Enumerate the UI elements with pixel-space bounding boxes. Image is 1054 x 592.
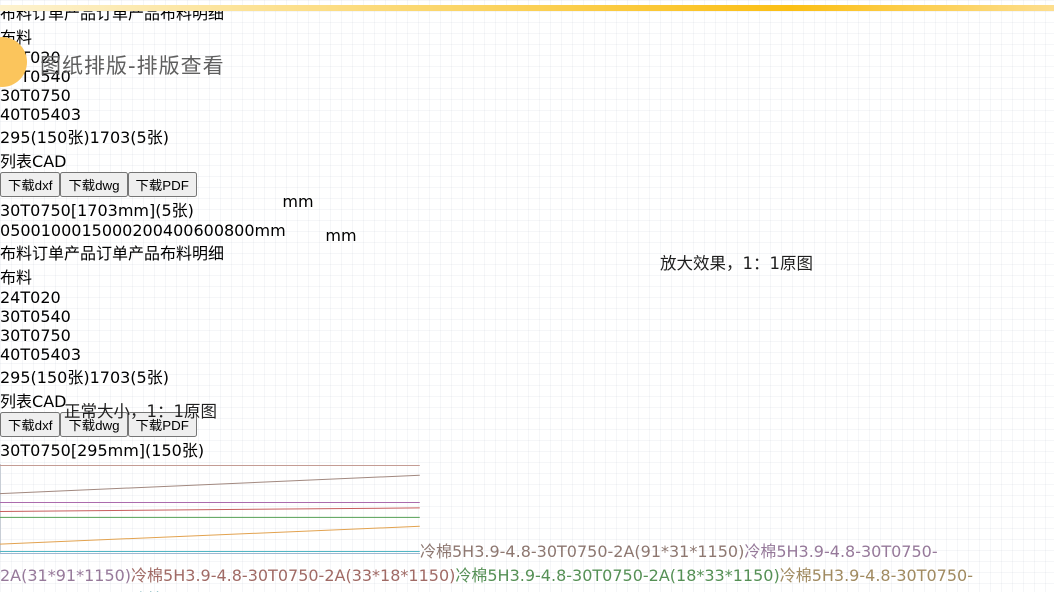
piece-annotation: 冷棉5H3.9-4.8-30T0750-2A(33*18*1150) (131, 566, 455, 585)
module-tabs: 布料订单产品订单产品布料明细 (0, 0, 1054, 24)
width-tabs: 295(150张)1703(5张) (0, 364, 1054, 388)
tree-item[interactable]: 24T020 (0, 288, 1054, 307)
top-accent-bar (0, 5, 1054, 11)
export-button-label: 下载dwg (68, 178, 119, 193)
view-tabs: 列表CAD (0, 148, 1054, 172)
export-button[interactable]: 下载dxf (0, 412, 60, 437)
x-axis-label: mm (105, 226, 577, 245)
view-tab[interactable]: CAD (32, 152, 66, 171)
piece-annotation: 冷棉5H3.9-4.8-30T0750-2A(91*31*1150) (420, 542, 744, 561)
nav-tab[interactable]: 订单产品布料明细 (96, 244, 224, 263)
view-tab[interactable]: CAD (32, 392, 66, 411)
tree-item[interactable]: 40T05403 (0, 105, 1054, 124)
size-tab[interactable]: 1703(5张) (90, 368, 169, 387)
y-tick-label: 500 (10, 221, 41, 240)
tree-items: 24T02030T054030T075040T05403 (0, 288, 1054, 364)
tree-root-row[interactable]: 布料 (0, 24, 1054, 48)
export-button-label: 下载dxf (8, 178, 52, 193)
export-button-label: 下载dxf (8, 418, 52, 433)
export-button-label: 下载PDF (136, 178, 189, 193)
size-tab[interactable]: 1703(5张) (90, 128, 169, 147)
chart-title: 30T0750[295mm](150张) (0, 437, 1054, 461)
x-axis-label: mm (88, 192, 508, 211)
tree-item-label: 40T05403 (0, 105, 81, 124)
tree-item-label: 30T0750 (0, 86, 71, 105)
size-tab[interactable]: 295(150张) (0, 128, 90, 147)
y-tick-label: 1000 (41, 221, 82, 240)
y-tick-label: 0 (0, 221, 10, 240)
nav-tab[interactable]: 订单产品 (32, 244, 96, 263)
width-tabs: 295(150张)1703(5张) (0, 124, 1054, 148)
tree-item[interactable]: 30T0750 (0, 86, 1054, 105)
slide-title: 图纸排版-排版查看 (40, 50, 225, 80)
view-tab[interactable]: 列表 (0, 152, 32, 171)
window-main: 295(150张)1703(5张) 列表CAD 下载dxf下载dwg下载PDF … (0, 124, 1054, 240)
tree-item-label: 30T0750 (0, 326, 71, 345)
piece-lines-svg (0, 461, 420, 557)
window-body: 布料24T02030T054030T075040T05403 295(150张)… (0, 264, 1054, 592)
tree-item[interactable]: 40T05403 (0, 345, 1054, 364)
caption-zoomed: 放大效果，1：1原图 (660, 250, 813, 274)
caption-normal: 正常大小，1：1原图 (64, 398, 217, 422)
slide: 图纸排版-排版查看 布料订单产品订单产品布料明细 布料24T02030T0540… (0, 0, 1054, 592)
view-tab[interactable]: 列表 (0, 392, 32, 411)
tree-item[interactable]: 30T0750 (0, 326, 1054, 345)
nav-tab[interactable]: 布料 (0, 244, 32, 263)
tree-item-label: 24T020 (0, 288, 61, 307)
tree-root-row[interactable]: 布料 (0, 264, 1054, 288)
fabric-tree: 布料24T02030T054030T075040T05403 (0, 264, 1054, 364)
bottom-accent-bar (467, 479, 937, 534)
tree-item-label: 40T05403 (0, 345, 81, 364)
tree-item-label: 30T0540 (0, 307, 71, 326)
piece-annotation: 冷棉5H3.9-4.8-30T0750-2A(18*33*1150) (455, 566, 779, 585)
tree-root-label: 布料 (0, 268, 32, 287)
size-tab[interactable]: 295(150张) (0, 368, 90, 387)
export-button[interactable]: 下载dxf (0, 172, 60, 197)
tree-item[interactable]: 30T0540 (0, 307, 1054, 326)
